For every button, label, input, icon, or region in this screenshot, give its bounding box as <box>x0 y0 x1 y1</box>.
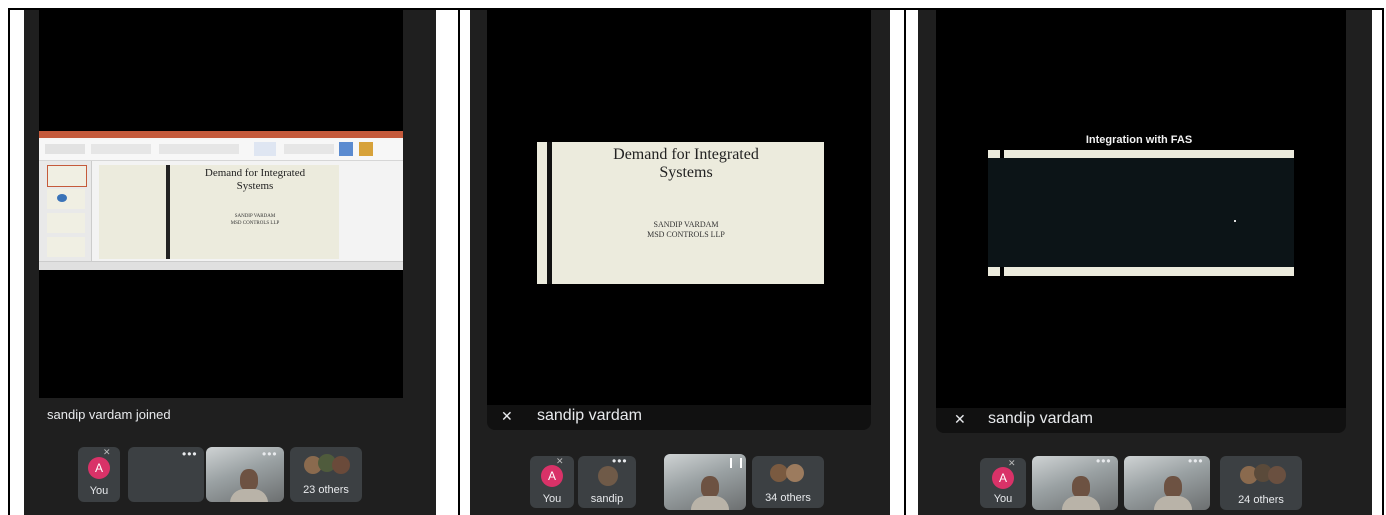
slide-sub-line2: MSD CONTROLS LLP <box>647 230 725 239</box>
shared-slide-video <box>988 150 1294 276</box>
participant-head <box>1072 476 1090 498</box>
participant-head <box>240 469 258 491</box>
ppt-slide-thumbnails <box>39 161 92 261</box>
slide-sub-line1: SANDIP VARDAM <box>234 214 276 219</box>
tile-you[interactable]: ✕ A You <box>980 458 1026 508</box>
slide-title-line1: Demand for Integrated <box>204 167 306 179</box>
tile-you-label: You <box>89 485 109 497</box>
table-border-left <box>8 8 10 515</box>
table-border-right <box>1382 8 1384 515</box>
slide-title-line2: Systems <box>659 164 713 181</box>
meet-screen-1: Demand for Integrated Systems SANDIP VAR… <box>24 10 436 515</box>
tile-you[interactable]: ✕ A You <box>78 447 120 502</box>
tile-you-label: You <box>542 493 562 505</box>
tile-sandip-camera-2[interactable]: ••• <box>1124 456 1210 510</box>
others-avatar-3 <box>1268 466 1286 484</box>
presentation-stage[interactable]: Integration with FAS <box>936 10 1346 408</box>
presenter-bar: ✕ sandip vardam <box>487 405 871 430</box>
tile-you[interactable]: ✕ A You <box>530 456 574 508</box>
tile-sandip[interactable]: ••• sandip <box>578 456 636 508</box>
screenshot-collage: Demand for Integrated Systems SANDIP VAR… <box>0 0 1386 515</box>
others-avatar-3 <box>332 456 350 474</box>
participant-head <box>1164 476 1182 498</box>
slide-sub-line2: MSD CONTROLS LLP <box>230 221 280 226</box>
ppt-slide-canvas: Demand for Integrated Systems SANDIP VAR… <box>99 165 339 259</box>
more-options-icon[interactable]: ••• <box>182 447 198 461</box>
more-options-icon[interactable]: ••• <box>262 447 278 461</box>
ppt-status-bar <box>39 261 403 270</box>
meet-screen-3: Integration with FAS ✕ sandip vardam ✕ A… <box>918 10 1372 515</box>
meet-screen-2: Demand for Integrated Systems SANDIP VAR… <box>470 10 890 515</box>
mic-off-icon: ✕ <box>954 411 966 427</box>
participant-body <box>230 489 268 502</box>
powerpoint-window: Demand for Integrated Systems SANDIP VAR… <box>39 131 403 270</box>
tile-others[interactable]: 34 others <box>752 456 824 508</box>
tile-others[interactable]: 23 others <box>290 447 362 502</box>
presenter-name: sandip vardam <box>537 407 642 424</box>
slide-accent-bar <box>547 142 552 284</box>
tile-participant-hidden[interactable]: ••• <box>128 447 204 502</box>
others-avatar-2 <box>786 464 804 482</box>
tile-others-label: 34 others <box>765 492 811 504</box>
avatar: A <box>541 465 563 487</box>
shared-slide: Demand for Integrated Systems SANDIP VAR… <box>537 142 824 284</box>
sandip-avatar <box>598 466 618 486</box>
slide-bottom-band <box>988 267 1294 276</box>
tile-sandip-camera-1[interactable]: ••• <box>1032 456 1118 510</box>
tile-others-label: 23 others <box>303 484 349 496</box>
presentation-stage[interactable]: Demand for Integrated Systems SANDIP VAR… <box>487 10 871 405</box>
more-options-icon[interactable]: ••• <box>612 456 628 468</box>
avatar: A <box>88 457 110 479</box>
slide-title-line1: Demand for Integrated <box>613 146 759 163</box>
participant-body <box>691 496 729 510</box>
audio-level-icon <box>730 458 742 468</box>
table-border-mid2 <box>904 8 906 515</box>
tile-sandip-label: sandip <box>590 493 624 505</box>
avatar: A <box>992 467 1014 489</box>
participant-head <box>701 476 719 498</box>
tile-others[interactable]: 24 others <box>1220 456 1302 510</box>
slide-title: Integration with FAS <box>1085 134 1193 146</box>
presentation-stage[interactable]: Demand for Integrated Systems SANDIP VAR… <box>39 10 403 398</box>
tile-sandip-camera[interactable] <box>664 454 746 510</box>
slide-top-band <box>988 150 1294 158</box>
tile-others-label: 24 others <box>1238 494 1284 506</box>
mic-off-icon: ✕ <box>501 408 513 424</box>
participant-body <box>1062 496 1100 510</box>
presenter-name: sandip vardam <box>988 410 1093 427</box>
ppt-title-bar <box>39 131 403 138</box>
ppt-ribbon <box>39 138 403 161</box>
join-notification: sandip vardam joined <box>47 407 171 422</box>
tile-you-label: You <box>993 493 1013 505</box>
presenter-bar: ✕ sandip vardam <box>936 408 1346 433</box>
participant-body <box>1154 496 1192 510</box>
mic-off-icon: ✕ <box>1008 458 1016 468</box>
more-options-icon[interactable]: ••• <box>1188 456 1204 468</box>
slide-sub-line1: SANDIP VARDAM <box>653 220 719 229</box>
slide-title-line2: Systems <box>236 180 274 192</box>
table-border-mid1 <box>458 8 460 515</box>
mic-off-icon: ✕ <box>103 447 111 457</box>
tile-sandip-camera[interactable]: ••• <box>206 447 284 502</box>
more-options-icon[interactable]: ••• <box>1096 456 1112 468</box>
